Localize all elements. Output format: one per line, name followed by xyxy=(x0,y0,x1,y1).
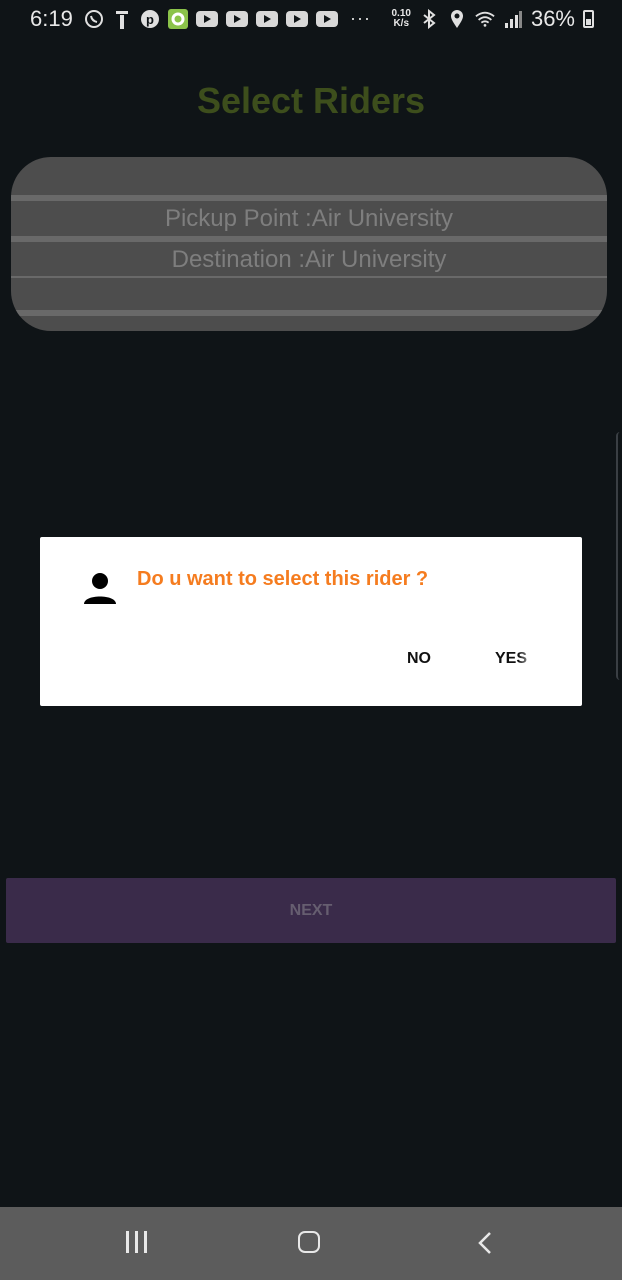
back-icon[interactable] xyxy=(476,1229,496,1257)
system-nav-bar xyxy=(0,1207,622,1280)
card-divider xyxy=(11,195,607,201)
cell-signal-icon xyxy=(503,9,523,29)
youtube-icon xyxy=(286,10,308,27)
card-divider xyxy=(11,236,607,242)
pickup-point-text: Pickup Point :Air University xyxy=(164,205,454,232)
card-divider xyxy=(11,310,607,316)
location-icon xyxy=(447,9,467,29)
status-time: 6:19 xyxy=(30,6,73,31)
destination-text: Destination :Air University xyxy=(171,246,447,273)
battery-percent: 36% xyxy=(530,6,575,31)
card-divider xyxy=(11,276,607,278)
network-speed: 0.10 K/s xyxy=(391,8,411,29)
youtube-icon xyxy=(256,10,278,27)
youtube-icon xyxy=(196,10,218,27)
scroll-indicator xyxy=(616,432,622,680)
recents-icon[interactable] xyxy=(126,1231,148,1253)
trip-info-card: Pickup Point :Air University Destination… xyxy=(11,157,607,331)
notification-icons: p ··· xyxy=(84,8,371,29)
svg-text:p: p xyxy=(146,12,154,27)
next-button[interactable]: NEXT xyxy=(6,878,616,943)
signal-tower-icon xyxy=(112,9,132,29)
no-button[interactable]: NO xyxy=(407,650,431,668)
confirm-rider-dialog: Do u want to select this rider ? NO YES xyxy=(40,537,582,706)
battery-icon xyxy=(583,10,594,28)
home-icon[interactable] xyxy=(298,1231,320,1253)
button-fade-overlay xyxy=(518,641,546,675)
youtube-icon xyxy=(226,10,248,27)
more-notifications-icon: ··· xyxy=(350,8,371,28)
whatsapp-icon xyxy=(84,9,104,29)
system-icons: 0.10 K/s 36% xyxy=(391,6,594,32)
person-icon xyxy=(82,570,118,606)
pinterest-icon: p xyxy=(140,9,160,29)
bluetooth-icon xyxy=(419,9,439,29)
page-title: Select Riders xyxy=(196,80,426,121)
youtube-icon xyxy=(316,10,338,27)
green-app-icon xyxy=(168,8,188,29)
wifi-icon xyxy=(475,9,495,29)
status-bar: 6:19 p ··· 0.10 K/s 36% xyxy=(0,0,622,38)
dialog-message: Do u want to select this rider ? xyxy=(137,568,429,590)
